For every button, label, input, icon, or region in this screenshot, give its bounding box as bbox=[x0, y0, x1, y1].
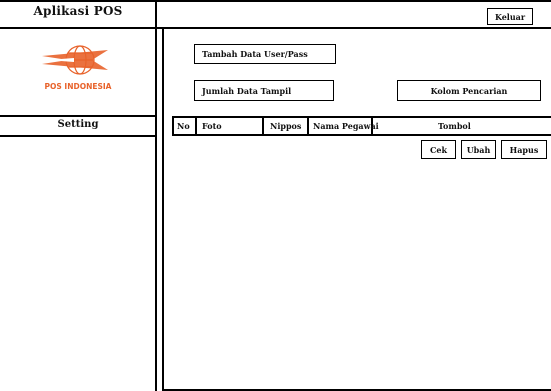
sidebar-separator-bottom bbox=[0, 115, 156, 117]
table-col-divider bbox=[262, 116, 264, 135]
check-button[interactable]: Cek bbox=[421, 140, 456, 159]
table-header-tombol: Tombol bbox=[438, 121, 471, 131]
sidebar-separator-setting bbox=[0, 135, 156, 137]
add-user-button[interactable]: Tambah Data User/Pass bbox=[194, 44, 336, 64]
table-col-divider bbox=[307, 116, 309, 135]
table-col-divider bbox=[172, 116, 174, 135]
logout-button[interactable]: Keluar bbox=[487, 8, 533, 25]
sidebar-right-border bbox=[155, 0, 157, 391]
app-title: Aplikasi POS bbox=[33, 4, 123, 18]
table-col-divider bbox=[195, 116, 197, 135]
table-header-foto: Foto bbox=[202, 121, 222, 131]
logo-text: POS INDONESIA bbox=[44, 82, 112, 91]
sidebar-separator-top bbox=[0, 27, 156, 29]
outer-top-border bbox=[0, 0, 551, 2]
search-input[interactable]: Kolom Pencarian bbox=[397, 80, 541, 101]
edit-button[interactable]: Ubah bbox=[461, 140, 496, 159]
pos-logo-icon bbox=[42, 45, 108, 75]
table-header-nippos: Nippos bbox=[270, 121, 302, 131]
table-header-no: No bbox=[177, 121, 190, 131]
delete-button[interactable]: Hapus bbox=[501, 140, 547, 159]
sidebar-item-setting[interactable]: Setting bbox=[0, 119, 156, 130]
header-bottom-border bbox=[156, 27, 551, 29]
display-count-select[interactable]: Jumlah Data Tampil bbox=[194, 80, 334, 101]
content-left-border bbox=[162, 29, 164, 391]
table-header-nama-pegawai: Nama Pegawai bbox=[313, 121, 379, 131]
